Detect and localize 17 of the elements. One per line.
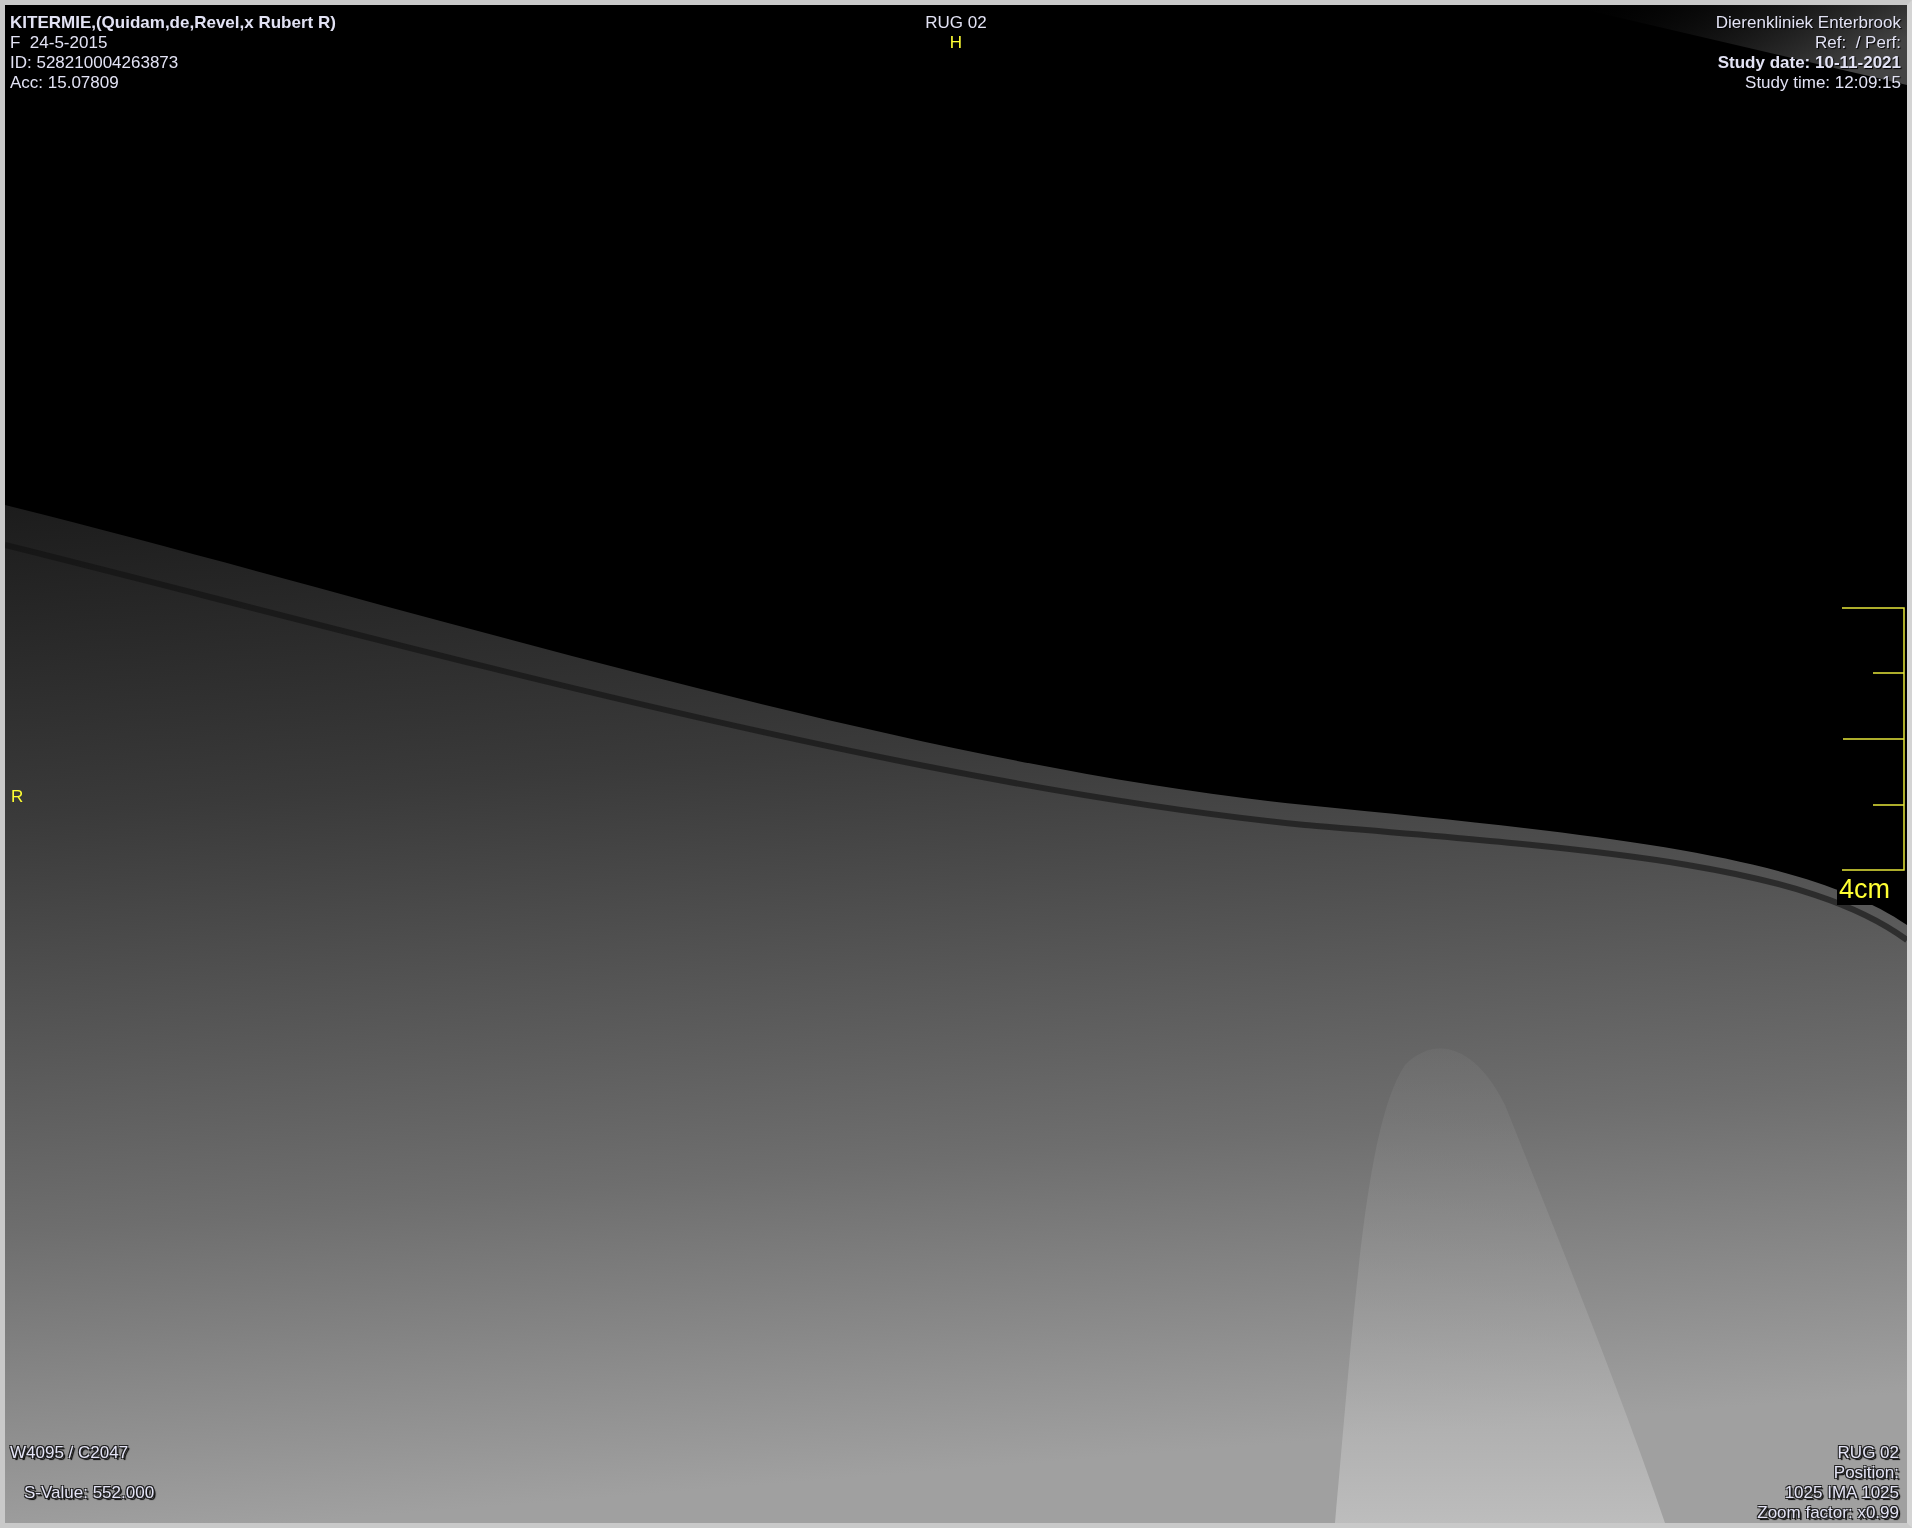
s-value-text: S-Value: 552.000 [24,1483,155,1503]
window-level-text: W4095 / C2047 [10,1443,129,1463]
patient-info-text: ID: 528210004263873 [10,53,179,73]
patient-info-text: F 24-5-2015 [10,33,108,53]
image-info-text: 1025 IMA 1025 [1784,1483,1899,1503]
series-name: RUG 02 [925,13,987,33]
patient-info-text: Acc: 15.07809 [10,73,119,93]
image-info-text: Position: [1833,1463,1899,1483]
study-date: Study date: 10-11-2021 [1717,53,1901,73]
orientation-marker: H [949,33,963,53]
patient-name: KITERMIE,(Quidam,de,Revel,x Rubert R) [10,13,336,33]
ref-perf-text: Ref: / Perf: [1815,33,1901,53]
study-time: Study time: 12:09:15 [1745,73,1901,93]
image-info-text: Zoom factor: x0.99 [1757,1503,1899,1523]
institution-name: Dierenkliniek Enterbrook [1715,13,1901,33]
image-info-text: RUG 02 [1837,1443,1899,1463]
orientation-marker: R [11,787,24,807]
